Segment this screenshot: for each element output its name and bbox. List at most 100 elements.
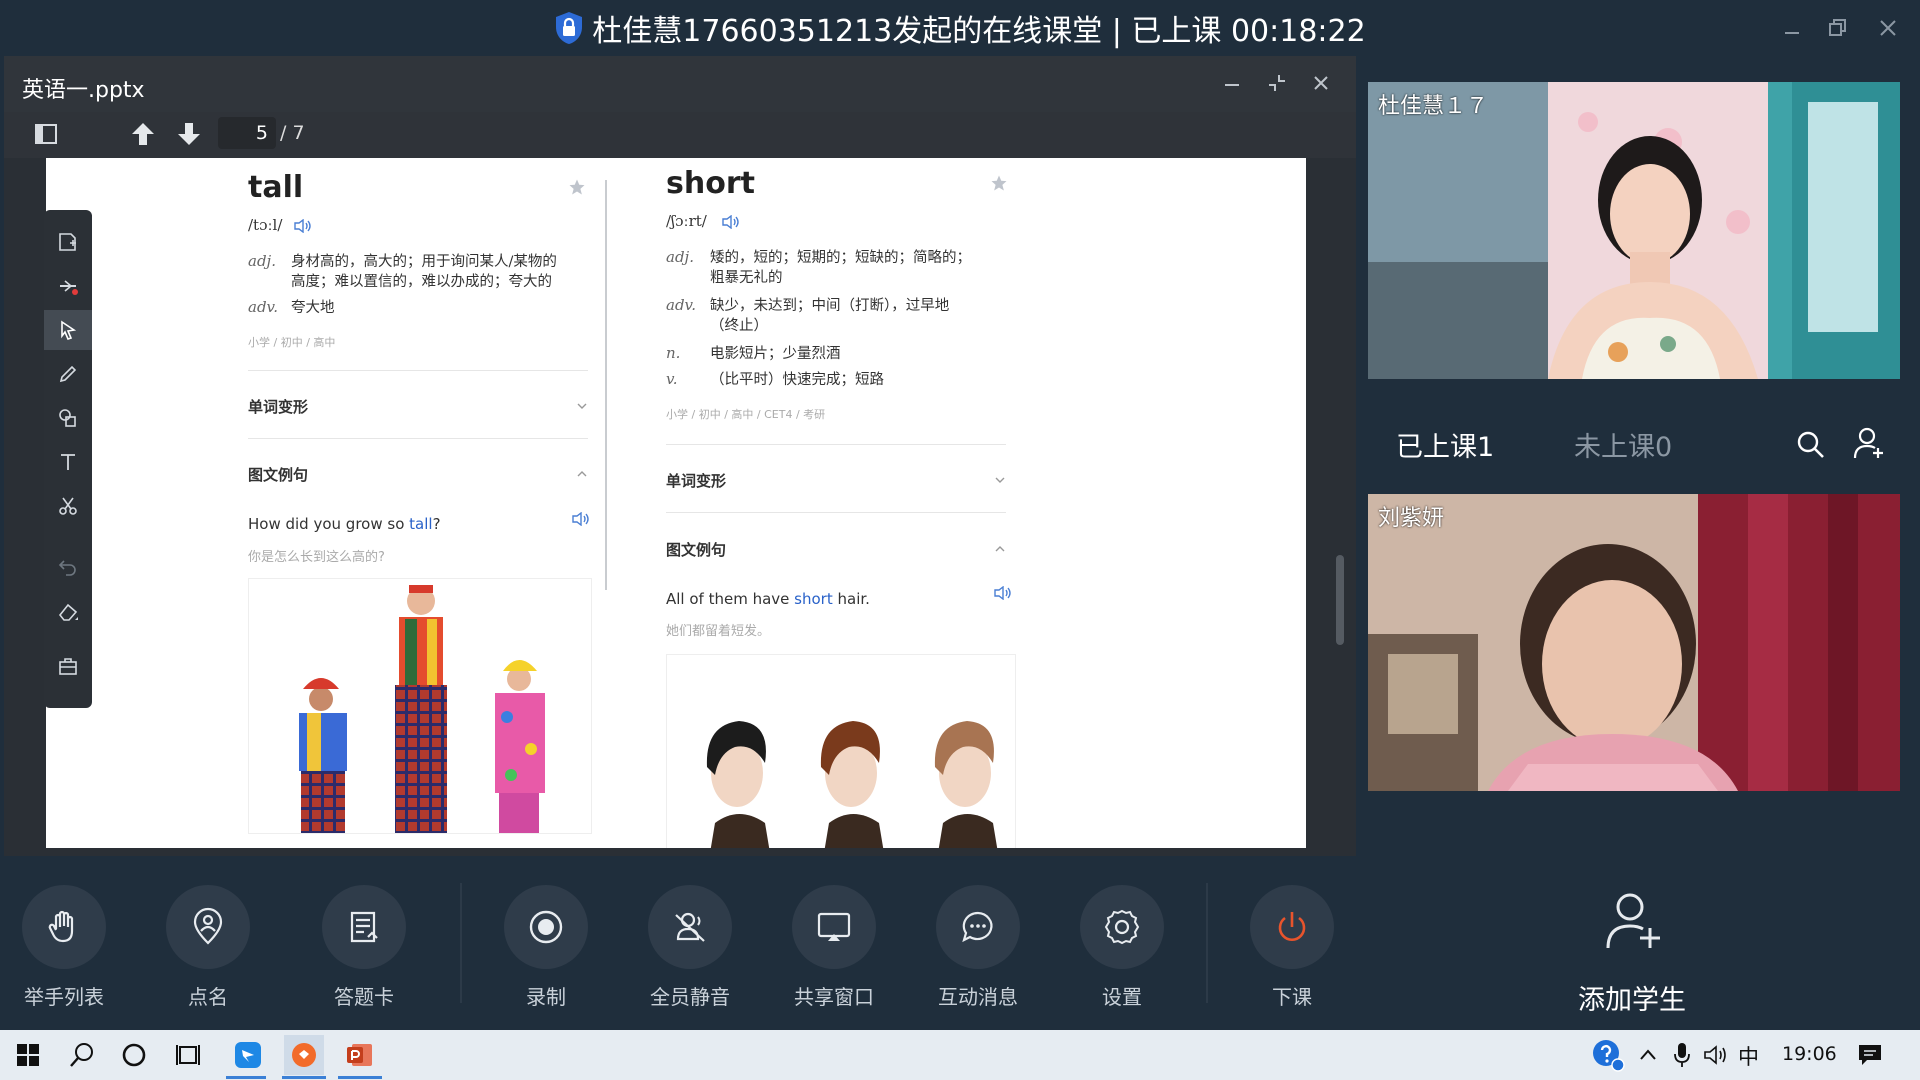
new-page-tool[interactable] [44, 222, 92, 262]
speaker-icon[interactable] [294, 219, 312, 233]
undo-icon [58, 560, 76, 576]
cortana-icon [122, 1043, 146, 1067]
record-icon [529, 910, 563, 944]
add-student-button[interactable] [1604, 890, 1664, 952]
minimize-button[interactable] [1772, 10, 1812, 46]
minimize-icon [1785, 32, 1799, 34]
star-icon[interactable] [990, 174, 1008, 192]
chevron-up-icon [1640, 1049, 1656, 1060]
volume-tray-button[interactable] [1696, 1035, 1736, 1075]
taskbar-app-dingtalk[interactable] [228, 1035, 268, 1075]
level-tags: 小学 / 初中 / 高中 / CET4 / 考研 [666, 408, 826, 421]
end-class-button[interactable]: 下课 [1232, 885, 1352, 1015]
chevron-up-icon[interactable] [994, 544, 1006, 554]
student-video[interactable]: 刘紫妍 [1368, 494, 1900, 791]
shape-tool[interactable] [44, 398, 92, 438]
word-forms-header[interactable]: 单词变形 [666, 470, 726, 491]
example-translation: 你是怎么长到这么高的? [248, 550, 385, 565]
task-view-button[interactable] [168, 1035, 208, 1075]
toolbox-tool[interactable] [44, 646, 92, 686]
part-of-speech: adj. [248, 252, 276, 270]
chevron-down-icon[interactable] [576, 401, 588, 411]
cortana-button[interactable] [114, 1035, 154, 1075]
taskbar-clock[interactable]: 19:06 [1782, 1043, 1837, 1065]
divider [248, 438, 588, 439]
answer-card-button[interactable]: 答题卡 [304, 885, 424, 1015]
example-translation: 她们都留着短发。 [666, 624, 771, 639]
active-app-indicator [226, 1076, 266, 1079]
student-name: 刘紫妍 [1378, 506, 1445, 531]
search-button[interactable] [1796, 430, 1826, 460]
definition-line: 电影短片；少量烈酒 [710, 346, 841, 362]
select-tool[interactable] [44, 310, 92, 350]
star-icon[interactable] [568, 178, 586, 196]
pen-icon [59, 365, 77, 383]
prev-page-button[interactable] [130, 121, 156, 147]
maximize-button[interactable] [1818, 10, 1858, 46]
control-label: 下课 [1272, 985, 1312, 1009]
minimize-icon [1225, 84, 1239, 86]
word-forms-header[interactable]: 单词变形 [248, 396, 308, 417]
eraser-tool[interactable] [44, 592, 92, 632]
page-number-input[interactable]: 5 [218, 117, 276, 149]
teacher-video[interactable]: 杜佳慧１７ [1368, 82, 1900, 379]
window-title-group: 杜佳慧17660351213发起的在线课堂 | 已上课 00:18:22 [0, 0, 1920, 56]
record-button[interactable]: 录制 [486, 885, 606, 1015]
example-header[interactable]: 图文例句 [248, 464, 308, 485]
definition-line: （比平时）快速完成；短路 [710, 372, 884, 388]
annotation-toolbar [44, 210, 92, 708]
start-button[interactable] [8, 1035, 48, 1075]
tab-attended[interactable]: 已上课1 [1396, 425, 1494, 464]
arrow-up-icon [132, 123, 154, 145]
chevron-down-icon[interactable] [994, 475, 1006, 485]
next-page-button[interactable] [176, 121, 202, 147]
document-header [4, 56, 1356, 112]
gear-icon [1104, 909, 1140, 945]
example-header[interactable]: 图文例句 [666, 539, 726, 560]
input-method-indicator[interactable]: 中 [1738, 1041, 1759, 1071]
taskbar-search-button[interactable] [62, 1035, 102, 1075]
roll-call-button[interactable]: 点名 [148, 885, 268, 1015]
close-icon [1314, 76, 1328, 90]
definition-line: 粗暴无礼的 [710, 270, 783, 286]
sidebar-toggle-button[interactable] [34, 122, 58, 146]
speaker-icon[interactable] [572, 512, 590, 526]
settings-button[interactable]: 设置 [1062, 885, 1182, 1015]
add-user-icon [1606, 893, 1660, 949]
add-student-label[interactable]: 添加学生 [1578, 978, 1686, 1017]
add-user-button[interactable] [1852, 426, 1886, 460]
teacher-name: 杜佳慧１７ [1378, 94, 1489, 119]
taskbar-app-classroom[interactable] [284, 1035, 324, 1075]
mute-all-button[interactable]: 全员静音 [630, 885, 750, 1015]
tab-absent[interactable]: 未上课0 [1574, 425, 1672, 464]
raise-hand-list-button[interactable]: 举手列表 [4, 885, 124, 1015]
speaker-icon[interactable] [994, 586, 1012, 600]
slide-scrollbar[interactable] [1336, 555, 1344, 645]
text-tool[interactable] [44, 442, 92, 482]
control-label: 设置 [1102, 985, 1142, 1009]
doc-minimize-button[interactable] [1222, 74, 1242, 94]
definition-line: 缺少，未达到；中间（打断），过早地 [710, 298, 950, 314]
taskbar-app-powerpoint[interactable] [340, 1035, 380, 1075]
laser-pointer-tool[interactable] [44, 266, 92, 306]
notification-center-button[interactable] [1850, 1035, 1890, 1075]
help-tray-button[interactable] [1588, 1035, 1628, 1075]
share-window-icon [817, 912, 851, 941]
share-window-button[interactable]: 共享窗口 [774, 885, 894, 1015]
speaker-icon[interactable] [722, 215, 740, 229]
undo-tool[interactable] [44, 546, 92, 586]
scissors-tool[interactable] [44, 486, 92, 526]
doc-shrink-button[interactable] [1266, 72, 1288, 94]
pen-tool[interactable] [44, 354, 92, 394]
doc-close-button[interactable] [1312, 74, 1330, 92]
help-icon [1593, 1040, 1625, 1072]
close-window-button[interactable] [1868, 10, 1908, 46]
interaction-messages-button[interactable]: 互动消息 [918, 885, 1038, 1015]
volume-icon [1704, 1045, 1726, 1065]
part-of-speech: v. [666, 370, 678, 388]
control-label: 录制 [526, 985, 566, 1009]
shapes-icon [59, 409, 76, 427]
chat-icon [962, 911, 993, 943]
microphone-icon [1674, 1043, 1690, 1067]
chevron-up-icon[interactable] [576, 469, 588, 479]
